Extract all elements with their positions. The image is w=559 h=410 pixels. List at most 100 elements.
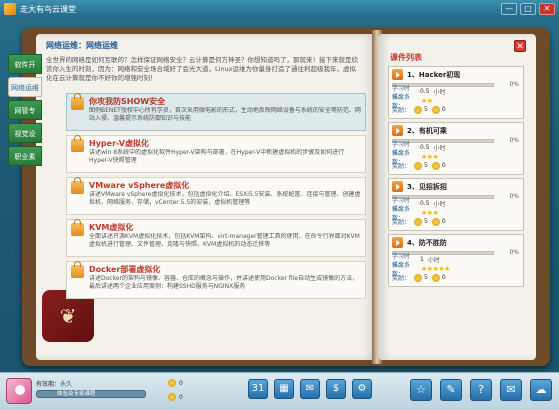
play-icon[interactable] xyxy=(392,181,403,192)
edit-icon[interactable]: ✎ xyxy=(440,379,462,401)
courseware-card[interactable]: 3、见招拆招 0% 学习时长： 0.5 小时 难度系数： ★★★ 奖励： 5 0 xyxy=(388,178,524,231)
mail-icon[interactable]: ✉ xyxy=(300,379,320,399)
study-time-value: 0.5 xyxy=(420,144,430,151)
app-toolbar-right: ☆ ✎ ? ✉ ☁ xyxy=(410,379,552,401)
coin-icon xyxy=(414,273,422,282)
tab-software-dev[interactable]: 软件开 xyxy=(8,54,42,74)
course-name: KVM虚拟化 xyxy=(89,223,134,232)
progress-percent: 0% xyxy=(509,81,519,88)
course-name: Hyper-V虚拟化 xyxy=(89,139,149,148)
study-time-value: 0.5 xyxy=(420,200,430,207)
title-bar: 走大有鸟云课堂 — □ ✕ xyxy=(0,0,559,18)
image-icon[interactable]: ▦ xyxy=(274,379,294,399)
tab-professional-skills[interactable]: 职业素 xyxy=(8,146,42,166)
coin-stat: 0 xyxy=(168,379,183,387)
calendar-icon[interactable]: 31 xyxy=(248,379,268,399)
play-icon[interactable] xyxy=(392,125,403,136)
course-description: 全面讲述开源KVM虚拟化技术，包括KVM架构、virt-manager管理工具的… xyxy=(89,233,360,248)
coin-icon xyxy=(431,105,440,114)
reward-value: 5 xyxy=(424,274,428,281)
reward-extra: 0 xyxy=(441,162,446,169)
course-item[interactable]: Docker部署虚拟化 讲述Docker的架构与镜像、容器、仓库的概念与操作，并… xyxy=(66,261,366,299)
course-description: 讲述VMware vSphere虚拟化技术，包括虚拟化介绍、ESXi5.5安装、… xyxy=(89,191,361,206)
reward-extra: 0 xyxy=(441,274,446,281)
course-item[interactable]: Hyper-V虚拟化 讲述win 8系统中的虚拟化软件Hyper-V架构与部署，… xyxy=(66,135,366,173)
lock-icon xyxy=(71,177,84,194)
difficulty-stars: ★★★ xyxy=(421,208,439,217)
courseware-card[interactable]: 4、防不胜防 0% 学习时长： 1 小时 难度系数： ★★★★★ 奖励： 5 0 xyxy=(388,234,524,287)
chat-icon[interactable]: ☁ xyxy=(530,379,552,401)
course-item[interactable]: KVM虚拟化 全面讲述开源KVM虚拟化技术，包括KVM架构、virt-manag… xyxy=(66,219,366,257)
message-icon[interactable]: ✉ xyxy=(500,379,522,401)
minimize-button[interactable]: — xyxy=(501,3,517,15)
study-time-unit: 小时 xyxy=(433,145,446,152)
courseware-card[interactable]: 1、Hacker初现 0% 学习时长： 0.5 小时 难度系数： ★★ 奖励： 5 0 xyxy=(388,66,524,119)
reward-label: 奖励： xyxy=(392,219,411,226)
avatar[interactable] xyxy=(6,378,32,404)
reward-label: 奖励： xyxy=(392,163,411,170)
courseware-title: 3、见招拆招 xyxy=(407,182,447,191)
course-item[interactable]: VMware vSphere虚拟化 讲述VMware vSphere虚拟化技术，… xyxy=(66,177,366,215)
course-list: 你攻我防SHOW安全 图例BENET授权中心所有学员，首次采用微电影的形式，生动… xyxy=(66,93,366,303)
page-title: 网络运维：网络运维 xyxy=(46,41,118,50)
study-time-value: 1 xyxy=(420,256,424,263)
coin-icon xyxy=(431,273,440,282)
course-description: 图例BENET授权中心所有学员，首次采用微电影的形式，生动地反映网络设备与系统的… xyxy=(89,107,361,122)
close-book-button[interactable]: ✕ xyxy=(514,40,526,52)
tab-network-ops[interactable]: 网络运维 xyxy=(8,77,42,97)
progress-percent: 0% xyxy=(509,137,519,144)
reward-value: 5 xyxy=(424,106,428,113)
reward-extra: 0 xyxy=(441,106,446,113)
reward-extra: 0 xyxy=(441,218,446,225)
reward-label: 奖励： xyxy=(392,275,411,282)
coin-icon xyxy=(431,217,440,226)
gear-icon[interactable]: ⚙ xyxy=(352,379,372,399)
study-time-value: 0.5 xyxy=(420,88,430,95)
courseware-title: 2、有机可乘 xyxy=(407,126,447,135)
window-title: 走大有鸟云课堂 xyxy=(20,4,76,14)
courseware-list: 1、Hacker初现 0% 学习时长： 0.5 小时 难度系数： ★★ 奖励： 5 0 2… xyxy=(388,66,524,290)
courseware-title: 4、防不胜防 xyxy=(407,238,447,247)
coin-icon xyxy=(414,105,422,114)
bottom-toolbar: 有效期：永久 体验及专家课程 0 0 31 ▦ ✉ $ ⚙ ☆ ✎ ? ✉ ☁ xyxy=(0,372,559,410)
play-icon[interactable] xyxy=(392,69,403,80)
reward-value: 5 xyxy=(424,218,428,225)
expiry-info: 有效期：永久 xyxy=(36,379,72,388)
course-item[interactable]: 你攻我防SHOW安全 图例BENET授权中心所有学员，首次采用微电影的形式，生动… xyxy=(66,93,366,131)
course-name: 你攻我防SHOW安全 xyxy=(89,97,166,106)
study-time-unit: 小时 xyxy=(433,201,446,208)
courseware-title: 1、Hacker初现 xyxy=(407,70,461,79)
coin-count: 0 xyxy=(179,379,183,387)
lock-icon xyxy=(71,261,84,278)
progress-percent: 0% xyxy=(509,249,519,256)
help-icon[interactable]: ? xyxy=(470,379,492,401)
category-tabs: 软件开 网络运维 网管专 视觉设 职业素 xyxy=(8,54,42,169)
difficulty-stars: ★★★★★ xyxy=(421,264,450,273)
expiry-label: 有效期： xyxy=(36,381,61,388)
courseware-list-title: 课件列表 xyxy=(390,53,422,62)
lock-icon xyxy=(71,135,84,152)
lock-icon xyxy=(71,219,84,236)
difficulty-stars: ★★ xyxy=(421,96,433,105)
coin-icon xyxy=(414,217,422,226)
star-icon[interactable]: ☆ xyxy=(410,379,432,401)
maximize-button[interactable]: □ xyxy=(520,3,536,15)
reward-label: 奖励： xyxy=(392,107,411,114)
course-name: Docker部署虚拟化 xyxy=(89,265,161,274)
points-count: 0 xyxy=(179,393,183,401)
coin-icon xyxy=(168,379,176,387)
difficulty-stars: ★★★ xyxy=(421,152,439,161)
study-time-unit: 小时 xyxy=(427,257,440,264)
app-toolbar: 31 ▦ ✉ $ ⚙ xyxy=(248,379,372,399)
dollar-icon[interactable]: $ xyxy=(326,379,346,399)
category-intro: 全世界的网络是如何互联的？怎样保证网络安全？云计算是何方神圣？你想知道吗了，那就… xyxy=(46,56,358,82)
play-icon[interactable] xyxy=(392,237,403,248)
tab-visual-design[interactable]: 视觉设 xyxy=(8,123,42,143)
study-time-unit: 小时 xyxy=(433,89,446,96)
course-name: VMware vSphere虚拟化 xyxy=(89,181,190,190)
close-window-button[interactable]: ✕ xyxy=(539,3,555,15)
coin-icon xyxy=(414,161,422,170)
level-bar: 体验及专家课程 xyxy=(36,390,146,398)
tab-network-admin[interactable]: 网管专 xyxy=(8,100,42,120)
courseware-card[interactable]: 2、有机可乘 0% 学习时长： 0.5 小时 难度系数： ★★★ 奖励： 5 0 xyxy=(388,122,524,175)
